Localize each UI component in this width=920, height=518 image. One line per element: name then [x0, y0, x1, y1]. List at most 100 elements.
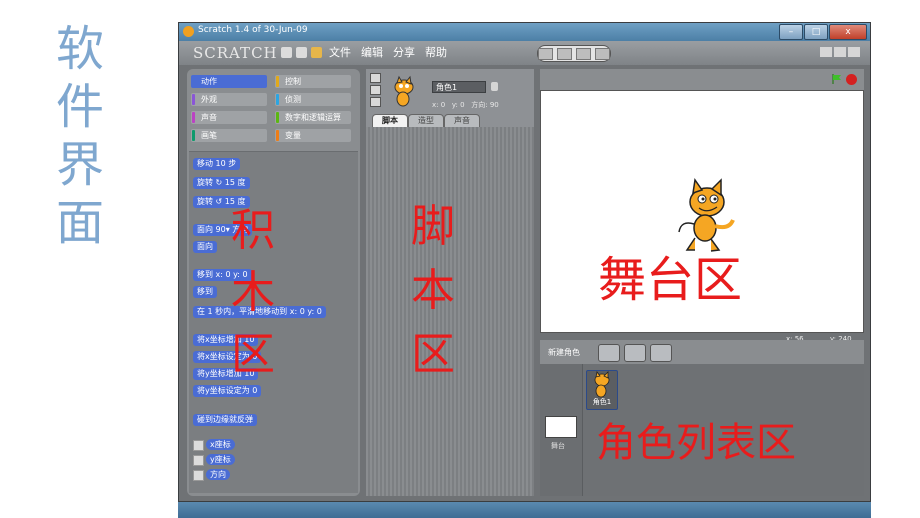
block-move-steps[interactable]: 移动 10 步 [193, 158, 241, 170]
category-pen[interactable]: 画笔 [191, 129, 267, 142]
sprite-y: y: 0 [451, 101, 465, 109]
category-label: 外观 [201, 95, 217, 104]
tab-sounds[interactable]: 声音 [444, 114, 480, 128]
globe-icon[interactable] [281, 47, 292, 58]
annotation-script-area: 脚 本 区 [398, 195, 468, 387]
category-looks[interactable]: 外观 [191, 93, 267, 106]
normal-stage-icon[interactable] [834, 47, 846, 57]
rotate-all-icon[interactable] [370, 73, 381, 83]
annotation-char: 脚 [411, 201, 455, 252]
stage-thumbnail-column: 舞台 [540, 364, 583, 496]
category-color-bar [276, 94, 279, 105]
reporter-direction[interactable]: 方向 [206, 469, 230, 480]
choose-sprite-file-icon[interactable] [624, 344, 646, 362]
green-flag-icon[interactable] [832, 74, 842, 84]
menu-file[interactable]: 文件 [329, 44, 351, 60]
left-right-icon[interactable] [370, 85, 381, 95]
menu-share[interactable]: 分享 [393, 44, 415, 60]
stamp-tool-icon[interactable] [538, 47, 553, 60]
grow-tool-icon[interactable] [576, 47, 591, 60]
category-label: 变量 [285, 131, 301, 140]
stop-icon[interactable] [846, 74, 857, 85]
sprite-cat-icon [394, 75, 414, 107]
category-label: 画笔 [201, 131, 217, 140]
annotation-char: 区 [231, 329, 275, 380]
maximize-button[interactable]: □ [804, 24, 828, 40]
window-controls: – □ x [779, 24, 867, 40]
block-point-towards[interactable]: 面向 [193, 241, 217, 253]
block-bounce-edge[interactable]: 碰到边缘就反弹 [193, 414, 257, 426]
category-motion[interactable]: 动作 [191, 75, 267, 88]
annotation-stage-area: 舞台区 [598, 252, 743, 308]
window-title: Scratch 1.4 of 30-Jun-09 [198, 25, 308, 35]
reporter-x-position[interactable]: x座标 [206, 439, 235, 450]
category-control[interactable]: 控制 [275, 75, 351, 88]
side-title-char: 界 [55, 137, 104, 193]
category-color-bar [276, 112, 279, 123]
sprite-thumbnail[interactable]: 角色1 [586, 370, 618, 410]
random-sprite-icon[interactable] [650, 344, 672, 362]
paint-new-sprite-icon[interactable] [598, 344, 620, 362]
block-set-y[interactable]: 将y坐标设定为 0 [193, 385, 262, 397]
sprite-coordinates: x: 0 y: 0 方向: 90 [432, 100, 499, 110]
category-sound[interactable]: 声音 [191, 111, 267, 124]
category-sensing[interactable]: 侦测 [275, 93, 351, 106]
block-go-to[interactable]: 移到 [193, 286, 217, 298]
category-label: 动作 [201, 77, 217, 86]
category-label: 数字和逻辑运算 [285, 113, 341, 122]
side-title: 软 件 界 面 [50, 20, 110, 252]
scratch-app-icon [183, 26, 194, 37]
category-color-bar [192, 130, 195, 141]
annotation-char: 积 [231, 205, 275, 256]
minimize-button[interactable]: – [779, 24, 803, 40]
category-color-bar [192, 94, 195, 105]
rotation-style-buttons [370, 73, 381, 109]
reporter-y-position[interactable]: y座标 [206, 454, 235, 465]
menu-edit[interactable]: 编辑 [361, 44, 383, 60]
category-color-bar [192, 112, 195, 123]
category-label: 控制 [285, 77, 301, 86]
annotation-char: 本 [411, 265, 455, 316]
sprite-direction: 方向: 90 [471, 101, 499, 109]
stage-thumbnail[interactable] [545, 416, 577, 438]
close-button[interactable]: x [829, 24, 867, 40]
show-direction-checkbox[interactable] [193, 470, 204, 481]
title-bar: Scratch 1.4 of 30-Jun-09 – □ x [179, 23, 870, 41]
no-rotate-icon[interactable] [370, 97, 381, 107]
annotation-char: 区 [411, 329, 455, 380]
presentation-mode-icon[interactable] [848, 47, 860, 57]
annotation-char: 木 [231, 267, 275, 318]
sprite-thumbnail-label: 角色1 [592, 398, 612, 406]
lock-icon[interactable] [491, 82, 498, 91]
category-label: 侦测 [285, 95, 301, 104]
category-color-bar [276, 76, 279, 87]
annotation-blocks-area: 积 木 区 [218, 200, 288, 386]
block-turn-right[interactable]: 旋转 ↻ 15 度 [193, 177, 250, 189]
category-color-bar [276, 130, 279, 141]
menu-help[interactable]: 帮助 [425, 44, 447, 60]
side-title-char: 件 [55, 79, 104, 135]
new-sprite-bar: 新建角色 [540, 340, 864, 364]
category-operators[interactable]: 数字和逻辑运算 [275, 111, 351, 124]
category-color-bar [192, 76, 195, 87]
side-title-char: 软 [55, 21, 104, 77]
show-y-checkbox[interactable] [193, 455, 204, 466]
category-selector: 动作 控制 外观 侦测 声音 数字和逻辑运算 画笔 变量 [191, 75, 356, 147]
share-icon[interactable] [311, 47, 322, 58]
shrink-tool-icon[interactable] [595, 47, 610, 60]
sprite-name-field[interactable]: 角色1 [432, 81, 486, 93]
category-variables[interactable]: 变量 [275, 129, 351, 142]
tab-costumes[interactable]: 造型 [408, 114, 444, 128]
tab-scripts[interactable]: 脚本 [372, 114, 408, 128]
editor-tabs: 脚本 造型 声音 [366, 114, 534, 128]
sprite-tools [537, 45, 611, 62]
category-label: 声音 [201, 113, 217, 122]
stage-view-buttons [820, 47, 860, 57]
os-taskbar [178, 502, 871, 518]
cut-tool-icon[interactable] [557, 47, 572, 60]
show-x-checkbox[interactable] [193, 440, 204, 451]
save-icon[interactable] [296, 47, 307, 58]
side-title-char: 面 [55, 195, 104, 251]
new-sprite-label: 新建角色 [548, 348, 580, 357]
small-stage-icon[interactable] [820, 47, 832, 57]
